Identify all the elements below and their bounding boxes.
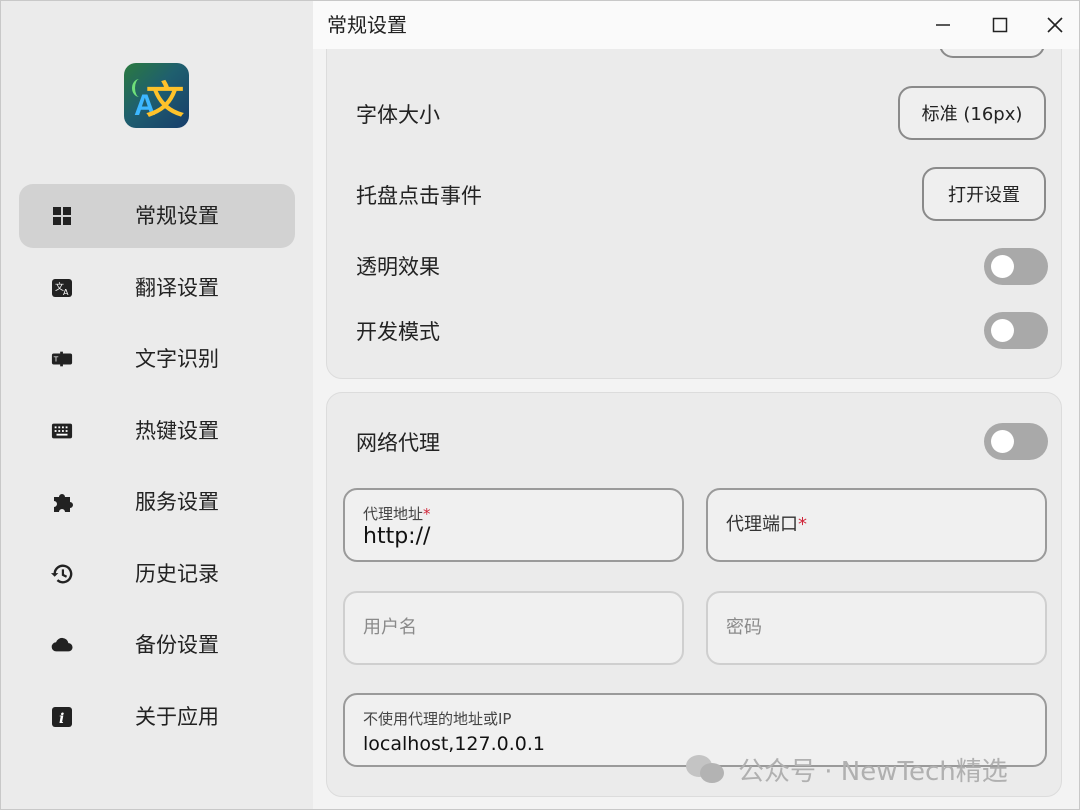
sidebar-item-label: 热键设置 xyxy=(135,419,219,443)
sidebar: A 文 常规设置 文A 翻译设置 T 文字识别 热键设置 服务设置 历史记录 备… xyxy=(1,1,313,809)
svg-text:A: A xyxy=(63,288,69,297)
dev-mode-toggle[interactable] xyxy=(984,312,1048,349)
grid-icon xyxy=(51,206,73,226)
watermark-text: 公众号 · NewTech精选 xyxy=(738,756,1008,787)
sidebar-item-history[interactable]: 历史记录 xyxy=(19,542,295,606)
sidebar-item-translate[interactable]: 文A 翻译设置 xyxy=(19,256,295,320)
info-icon: i xyxy=(51,707,73,727)
minimize-icon[interactable] xyxy=(929,11,957,39)
sidebar-item-label: 历史记录 xyxy=(135,562,219,586)
sidebar-item-label: 翻译设置 xyxy=(135,276,219,300)
app-logo: A 文 xyxy=(124,63,189,128)
sidebar-item-label: 服务设置 xyxy=(135,490,219,514)
sidebar-item-ocr[interactable]: T 文字识别 xyxy=(19,327,295,391)
proxy-label: 网络代理 xyxy=(356,431,440,455)
password-field[interactable]: 密码 xyxy=(706,591,1047,665)
tray-click-select[interactable]: 打开设置 xyxy=(922,167,1046,221)
transparency-toggle[interactable] xyxy=(984,248,1048,285)
no-proxy-value: localhost,127.0.0.1 xyxy=(363,733,545,755)
puzzle-icon xyxy=(51,492,73,512)
ocr-icon: T xyxy=(51,349,73,369)
sidebar-item-about[interactable]: i 关于应用 xyxy=(19,685,295,749)
logo-char-wen: 文 xyxy=(146,78,185,122)
window-title: 常规设置 xyxy=(327,13,407,37)
keyboard-icon xyxy=(51,421,73,441)
title-bar: 常规设置 xyxy=(313,1,1079,49)
toggle-knob xyxy=(991,255,1014,278)
username-placeholder: 用户名 xyxy=(363,617,417,638)
close-icon[interactable] xyxy=(1041,11,1069,39)
proxy-address-field[interactable]: 代理地址* http:// xyxy=(343,488,684,562)
proxy-toggle[interactable] xyxy=(984,423,1048,460)
general-settings-card: 字体大小 标准 (16px) 托盘点击事件 打开设置 透明效果 开发模式 xyxy=(326,21,1062,379)
dev-mode-label: 开发模式 xyxy=(356,320,440,344)
password-placeholder: 密码 xyxy=(726,617,762,638)
history-icon xyxy=(51,564,73,584)
watermark: 公众号 · NewTech精选 xyxy=(686,749,1008,789)
sidebar-item-label: 文字识别 xyxy=(135,347,219,371)
font-size-label: 字体大小 xyxy=(356,103,440,127)
maximize-icon[interactable] xyxy=(986,11,1014,39)
tray-click-label: 托盘点击事件 xyxy=(356,184,482,208)
sidebar-item-service[interactable]: 服务设置 xyxy=(19,470,295,534)
sidebar-item-label: 关于应用 xyxy=(135,705,219,729)
sidebar-item-label: 常规设置 xyxy=(135,204,219,228)
font-size-select[interactable]: 标准 (16px) xyxy=(898,86,1046,140)
toggle-knob xyxy=(991,319,1014,342)
proxy-port-field[interactable]: 代理端口* xyxy=(706,488,1047,562)
main-panel: 字体大小 标准 (16px) 托盘点击事件 打开设置 透明效果 开发模式 网络代… xyxy=(313,1,1079,809)
transparency-label: 透明效果 xyxy=(356,255,440,279)
svg-text:i: i xyxy=(59,711,64,727)
toggle-knob xyxy=(991,430,1014,453)
proxy-address-value: http:// xyxy=(363,524,431,549)
proxy-settings-card: 网络代理 代理地址* http:// 代理端口* 用户名 密码 不使用代理的地址… xyxy=(326,392,1062,797)
sidebar-item-backup[interactable]: 备份设置 xyxy=(19,613,295,677)
settings-window: A 文 常规设置 文A 翻译设置 T 文字识别 热键设置 服务设置 历史记录 备… xyxy=(0,0,1080,810)
sidebar-item-hotkey[interactable]: 热键设置 xyxy=(19,399,295,463)
no-proxy-label: 不使用代理的地址或IP xyxy=(363,710,512,728)
proxy-address-label: 代理地址* xyxy=(363,505,431,523)
proxy-port-label: 代理端口* xyxy=(726,514,807,535)
sidebar-item-label: 备份设置 xyxy=(135,633,219,657)
username-field[interactable]: 用户名 xyxy=(343,591,684,665)
translate-icon: 文A xyxy=(51,278,73,298)
svg-text:T: T xyxy=(53,355,59,364)
wechat-icon xyxy=(686,755,726,783)
cloud-icon xyxy=(51,635,73,655)
sidebar-item-general[interactable]: 常规设置 xyxy=(19,184,295,248)
